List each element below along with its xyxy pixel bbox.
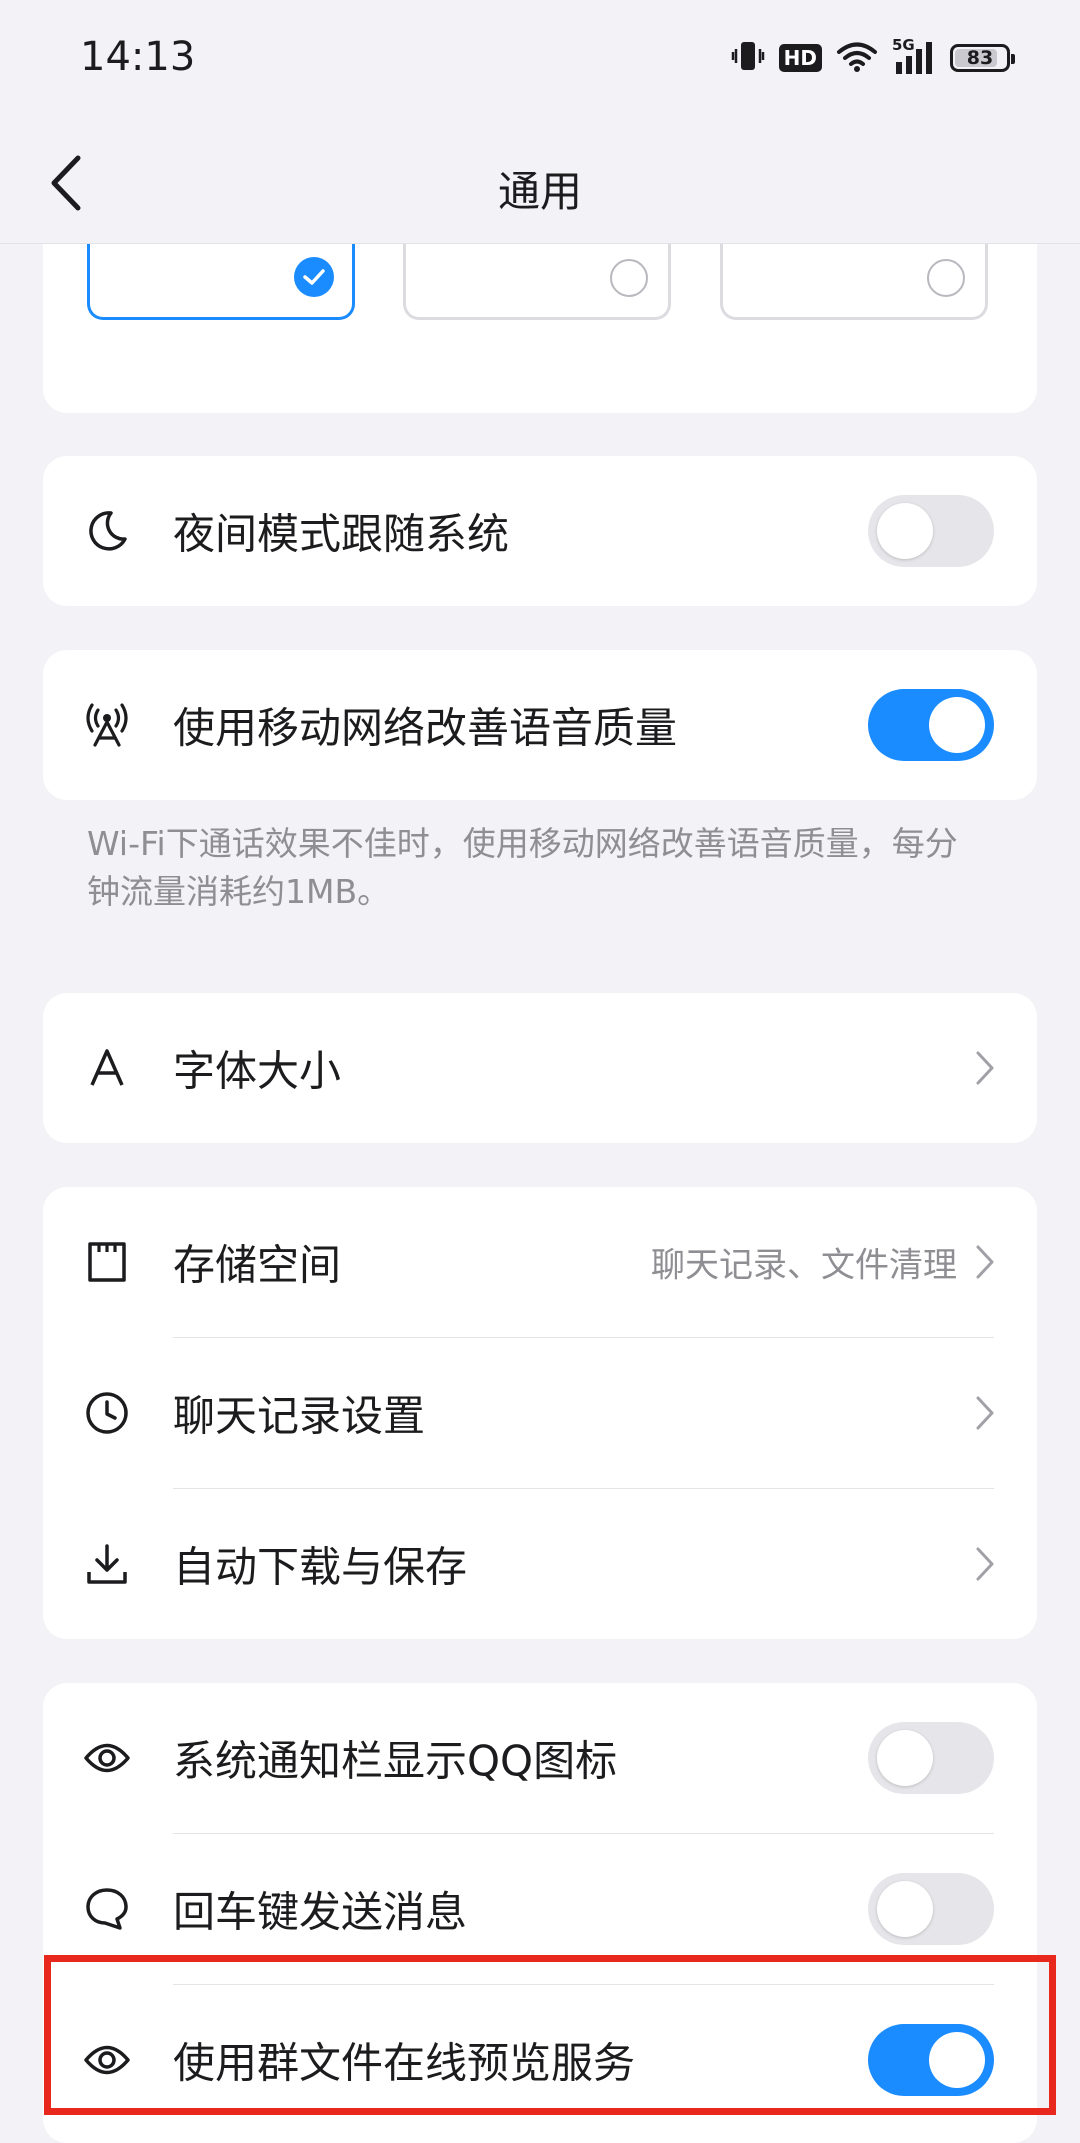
font-size-card: 字体大小: [43, 993, 1037, 1143]
mobile-voice-toggle[interactable]: [868, 689, 994, 761]
status-bar: 14:13 HD 5G 83: [0, 0, 1080, 120]
font-size-row[interactable]: 字体大小: [43, 993, 1037, 1143]
chevron-right-icon: [973, 1544, 997, 1584]
chevron-right-icon: [973, 1393, 997, 1433]
chat-history-label: 聊天记录设置: [173, 1391, 426, 1441]
battery-icon: 83: [950, 44, 1015, 72]
mobile-voice-card: 使用移动网络改善语音质量: [43, 650, 1037, 800]
night-mode-row[interactable]: 夜间模式跟随系统: [43, 456, 1037, 606]
navigation-bar: 通用: [0, 120, 1080, 244]
page-title: 通用: [497, 167, 582, 216]
font-size-label: 字体大小: [173, 1046, 342, 1096]
storage-subtitle: 聊天记录、文件清理: [651, 1245, 957, 1286]
toggle-knob: [877, 503, 933, 559]
clock-icon: [83, 1389, 131, 1437]
group-file-preview-row[interactable]: 使用群文件在线预览服务: [43, 1985, 1037, 2135]
chat-history-row[interactable]: 聊天记录设置: [43, 1338, 1037, 1488]
chevron-right-icon: [973, 1048, 997, 1088]
storage-label: 存储空间: [173, 1240, 342, 1290]
group-file-preview-label: 使用群文件在线预览服务: [173, 2038, 636, 2088]
chat-bubble-icon: [83, 1885, 131, 1933]
broadcast-tower-icon: [83, 701, 131, 749]
notification-icon-row[interactable]: 系统通知栏显示QQ图标: [43, 1683, 1037, 1833]
hd-badge: HD: [778, 44, 822, 72]
radio-unchecked-icon: [610, 259, 648, 297]
notification-icon-toggle[interactable]: [868, 1722, 994, 1794]
night-mode-label: 夜间模式跟随系统: [173, 509, 510, 559]
night-mode-toggle[interactable]: [868, 495, 994, 567]
enter-send-label: 回车键发送消息: [173, 1887, 468, 1937]
display-settings-card: 系统通知栏显示QQ图标 回车键发送消息 使用群文件在线预览服务: [43, 1683, 1037, 2143]
radio-unchecked-icon: [927, 259, 965, 297]
mobile-voice-note: Wi-Fi下通话效果不佳时，使用移动网络改善语音质量，每分钟流量消耗约1MB。: [87, 824, 958, 911]
toggle-knob: [929, 697, 985, 753]
notification-icon-label: 系统通知栏显示QQ图标: [173, 1736, 618, 1786]
status-icons: HD 5G 83: [731, 36, 1015, 78]
font-letter-a-icon: [83, 1044, 131, 1092]
enter-send-toggle[interactable]: [868, 1873, 994, 1945]
checkmark-icon: [294, 257, 334, 297]
night-mode-card: 夜间模式跟随系统: [43, 456, 1037, 606]
battery-level: 83: [966, 47, 994, 69]
enter-send-row[interactable]: 回车键发送消息: [43, 1834, 1037, 1984]
toggle-knob: [877, 1881, 933, 1937]
toggle-knob: [929, 2032, 985, 2088]
group-file-preview-toggle[interactable]: [868, 2024, 994, 2096]
mobile-voice-row[interactable]: 使用移动网络改善语音质量: [43, 650, 1037, 800]
wifi-icon: [836, 40, 878, 76]
status-time: 14:13: [80, 34, 196, 80]
toggle-knob: [877, 1730, 933, 1786]
chevron-right-icon: [973, 1242, 997, 1282]
cellular-signal-icon: 5G: [892, 36, 936, 76]
moon-icon: [83, 507, 131, 555]
storage-row[interactable]: 存储空间 聊天记录、文件清理: [43, 1187, 1037, 1337]
eye-icon: [83, 1734, 131, 1782]
download-icon: [83, 1540, 131, 1588]
sd-card-icon: [83, 1238, 131, 1286]
eye-icon: [83, 2036, 131, 2084]
storage-card: 存储空间 聊天记录、文件清理 聊天记录设置 自动下载与保存: [43, 1187, 1037, 1639]
vibrate-icon: [731, 39, 765, 77]
mobile-voice-label: 使用移动网络改善语音质量: [173, 703, 678, 753]
auto-download-row[interactable]: 自动下载与保存: [43, 1489, 1037, 1639]
auto-download-label: 自动下载与保存: [173, 1542, 468, 1592]
